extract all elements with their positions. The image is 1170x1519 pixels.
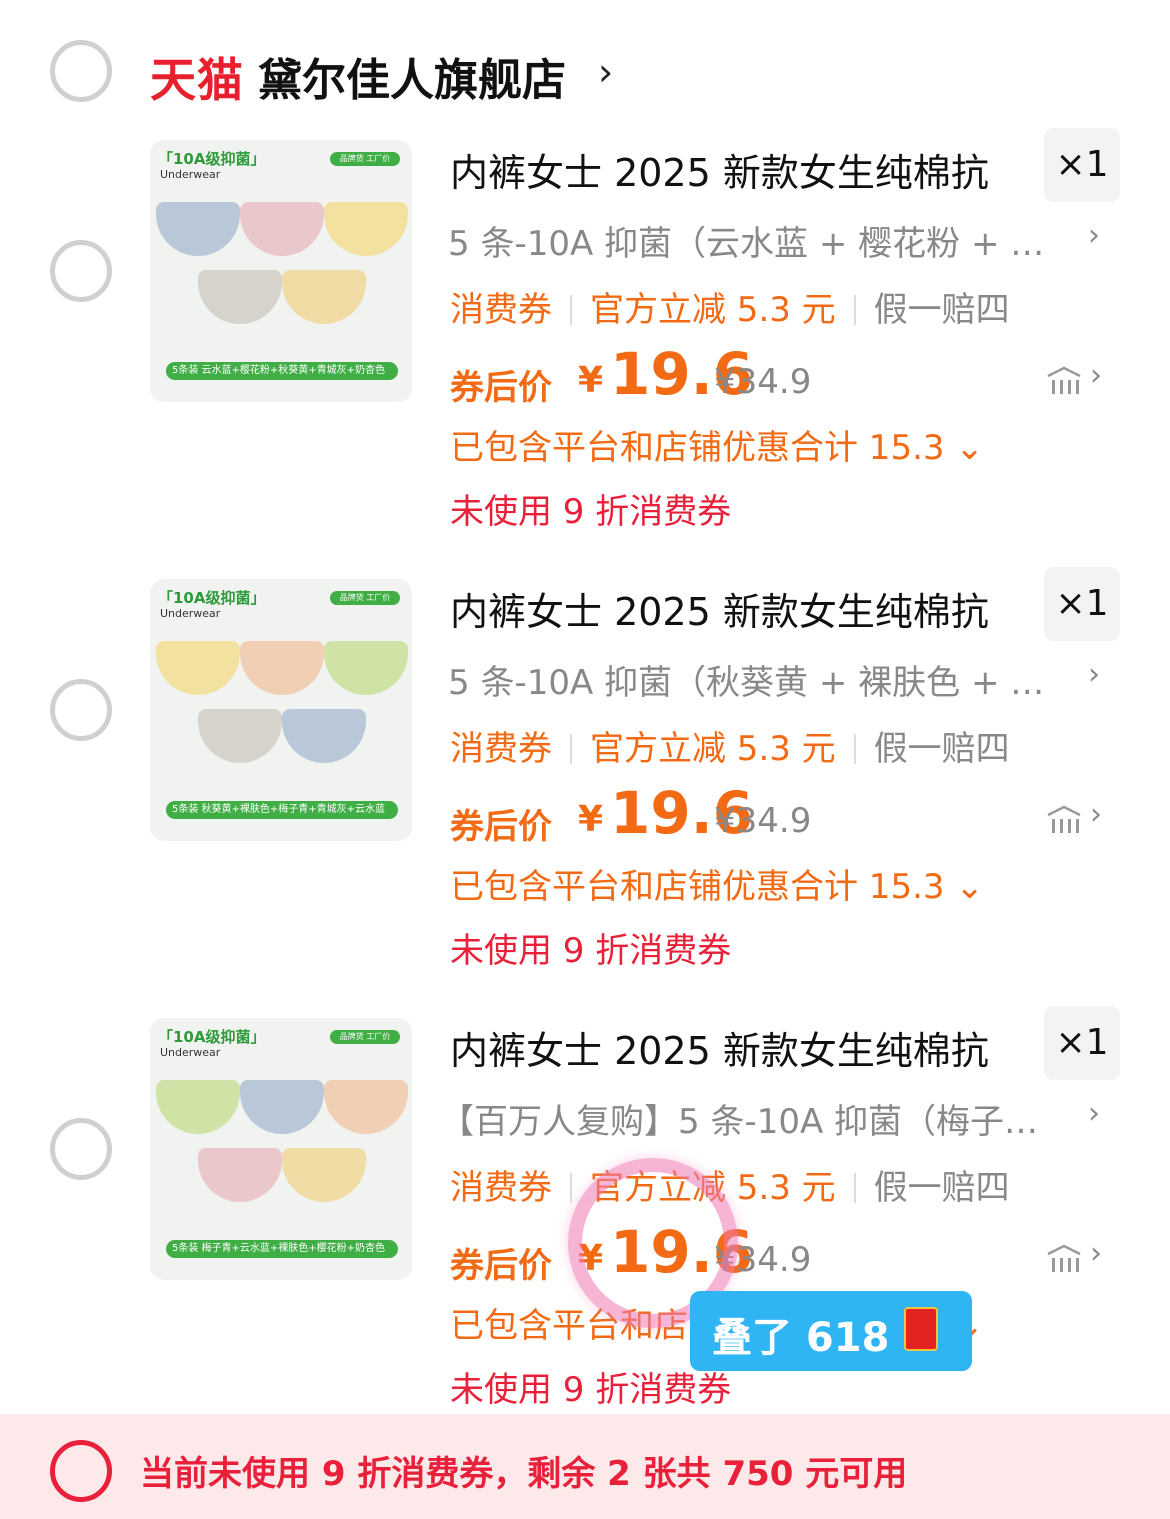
product-swatch: [240, 202, 324, 256]
price-chart-icon[interactable]: [1046, 805, 1082, 835]
after-coupon-label: 券后价: [450, 1246, 552, 1286]
discount-detail-toggle[interactable]: 已包含平台和店铺优惠合计 15.3 ⌄: [450, 420, 984, 469]
divider: [570, 295, 572, 325]
product-swatch: [156, 202, 240, 256]
store-name-link[interactable]: 黛尔佳人旗舰店: [258, 44, 566, 108]
chevron-right-icon[interactable]: ›: [1088, 1096, 1100, 1131]
promo-row: 消费券 官方立减 5.3 元假一赔四: [450, 721, 1010, 770]
divider: [570, 1173, 572, 1203]
product-swatch: [240, 1080, 324, 1134]
coupon-unused-notice[interactable]: 未使用 9 折消费券: [450, 484, 731, 533]
sku-selector[interactable]: 【百万人复购】5 条-10A 抑菌（梅子…: [440, 1094, 1068, 1143]
coupon-reminder-bar[interactable]: 当前未使用 9 折消费券，剩余 2 张共 750 元可用: [0, 1414, 1170, 1519]
promo-tag: 假一赔四: [873, 729, 1010, 769]
quantity-badge[interactable]: ×1: [1044, 567, 1120, 641]
toast-overlay: 叠了 618: [690, 1291, 972, 1371]
product-swatch: [282, 1148, 366, 1202]
discount-detail-toggle[interactable]: 已包含平台和店铺优惠合计 15.3 ⌄: [450, 859, 984, 908]
product-swatch: [324, 202, 408, 256]
discount-total: 已包含平台和店铺优惠合计 15.3: [450, 428, 945, 468]
chevron-right-icon[interactable]: ›: [1090, 358, 1102, 393]
chevron-down-icon: ⌄: [944, 428, 984, 468]
product-swatch: [240, 641, 324, 695]
toast-text: 叠了 618: [712, 1315, 890, 1361]
product-swatch: [282, 270, 366, 324]
chevron-right-icon[interactable]: ›: [598, 50, 613, 94]
currency-symbol: ¥: [578, 799, 604, 840]
thumb-tag: 「10A级抑菌」: [158, 589, 266, 607]
currency-symbol: ¥: [578, 360, 604, 401]
chevron-right-icon[interactable]: ›: [1090, 797, 1102, 832]
promo-row: 消费券 官方立减 5.3 元假一赔四: [450, 1160, 1010, 1209]
coupon-unused-notice[interactable]: 未使用 9 折消费券: [450, 923, 731, 972]
sku-selector[interactable]: 5 条-10A 抑菌（云水蓝 + 樱花粉 + 秋…: [448, 216, 1076, 265]
discount-total: 已包含平台和店铺优惠合计 15.3: [450, 867, 945, 907]
thumb-sub: Underwear: [160, 168, 221, 181]
coupon-reminder-text: 当前未使用 9 折消费券，剩余 2 张共 750 元可用: [140, 1454, 908, 1494]
chevron-right-icon[interactable]: ›: [1088, 657, 1100, 692]
promo-row: 消费券 官方立减 5.3 元假一赔四: [450, 282, 1010, 331]
thumb-caption: 5条装 梅子青+云水蓝+裸肤色+樱花粉+奶杏色: [166, 1240, 398, 1258]
divider: [570, 734, 572, 764]
product-swatch: [324, 641, 408, 695]
thumb-sub: Underwear: [160, 1046, 221, 1059]
product-swatch: [156, 641, 240, 695]
tmall-logo: 天猫: [150, 53, 244, 107]
cart-item: 「10A级抑菌」 Underwear 品牌货 工厂价 5条装 秋葵黄+裸肤色+梅…: [0, 567, 1170, 1017]
chevron-right-icon[interactable]: ›: [1088, 218, 1100, 253]
thumb-caption: 5条装 云水蓝+樱花粉+秋葵黄+青城灰+奶杏色: [166, 362, 398, 380]
original-price: ¥34.9: [714, 362, 812, 402]
after-coupon-label: 券后价: [450, 368, 552, 408]
product-thumbnail[interactable]: 「10A级抑菌」 Underwear 品牌货 工厂价 5条装 云水蓝+樱花粉+秋…: [150, 140, 412, 402]
coupon-unused-notice[interactable]: 未使用 9 折消费券: [450, 1362, 731, 1411]
thumb-badge: 品牌货 工厂价: [330, 591, 400, 605]
item-select-radio[interactable]: [50, 1118, 112, 1180]
quantity-badge[interactable]: ×1: [1044, 1006, 1120, 1080]
thumb-sub: Underwear: [160, 607, 221, 620]
product-thumbnail[interactable]: 「10A级抑菌」 Underwear 品牌货 工厂价 5条装 秋葵黄+裸肤色+梅…: [150, 579, 412, 841]
thumb-badge: 品牌货 工厂价: [330, 152, 400, 166]
product-swatch: [198, 1148, 282, 1202]
chevron-down-icon: ⌄: [944, 867, 984, 907]
thumb-badge: 品牌货 工厂价: [330, 1030, 400, 1044]
thumb-tag: 「10A级抑菌」: [158, 150, 266, 168]
divider: [853, 1173, 856, 1203]
thumb-tag: 「10A级抑菌」: [158, 1028, 266, 1046]
sku-selector[interactable]: 5 条-10A 抑菌（秋葵黄 + 裸肤色 + 梅…: [448, 655, 1076, 704]
cart-item: 「10A级抑菌」 Underwear 品牌货 工厂价 5条装 云水蓝+樱花粉+秋…: [0, 128, 1170, 578]
product-title[interactable]: 内裤女士 2025 新款女生纯棉抗: [450, 1020, 989, 1075]
product-thumbnail[interactable]: 「10A级抑菌」 Underwear 品牌货 工厂价 5条装 梅子青+云水蓝+裸…: [150, 1018, 412, 1280]
thumb-caption: 5条装 秋葵黄+裸肤色+梅子青+青城灰+云水蓝: [166, 801, 398, 819]
quantity-badge[interactable]: ×1: [1044, 128, 1120, 202]
product-title[interactable]: 内裤女士 2025 新款女生纯棉抗: [450, 581, 989, 636]
price-chart-icon[interactable]: [1046, 1244, 1082, 1274]
chevron-right-icon[interactable]: ›: [1090, 1236, 1102, 1271]
promo-tag: 官方立减 5.3 元: [590, 290, 836, 330]
product-swatch: [282, 709, 366, 763]
product-title[interactable]: 内裤女士 2025 新款女生纯棉抗: [450, 142, 989, 197]
price-chart-icon[interactable]: [1046, 366, 1082, 396]
promo-tag: 消费券: [450, 290, 552, 330]
promo-tag: 假一赔四: [873, 1168, 1010, 1208]
red-envelope-icon: [904, 1307, 938, 1351]
divider: [853, 734, 856, 764]
coupon-select-radio[interactable]: [50, 1440, 112, 1502]
product-swatch: [156, 1080, 240, 1134]
item-select-radio[interactable]: [50, 679, 112, 741]
store-header: 天猫 黛尔佳人旗舰店 ›: [0, 0, 1170, 140]
product-swatch: [198, 270, 282, 324]
after-coupon-label: 券后价: [450, 807, 552, 847]
promo-tag: 消费券: [450, 729, 552, 769]
product-swatch: [324, 1080, 408, 1134]
divider: [853, 295, 856, 325]
product-swatch: [198, 709, 282, 763]
item-select-radio[interactable]: [50, 240, 112, 302]
promo-tag: 官方立减 5.3 元: [590, 729, 836, 769]
promo-tag: 消费券: [450, 1168, 552, 1208]
original-price: ¥34.9: [714, 801, 812, 841]
promo-tag: 假一赔四: [873, 290, 1010, 330]
store-select-radio[interactable]: [50, 40, 112, 102]
